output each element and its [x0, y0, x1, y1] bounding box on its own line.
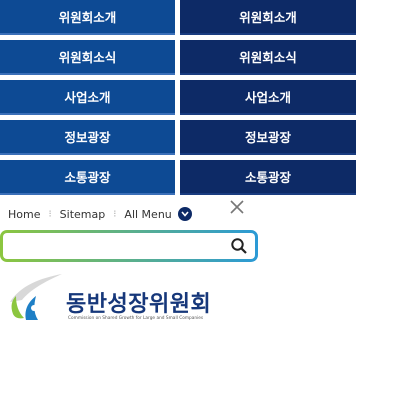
menu-item-label: 정보광장 — [64, 130, 111, 145]
chevron-down-icon — [177, 207, 192, 221]
all-menu-button[interactable]: All Menu — [116, 207, 199, 221]
utility-nav: Home ⁝ Sitemap ⁝ All Menu — [0, 200, 260, 228]
logo-emblem — [10, 274, 62, 320]
menu-item-committee-intro[interactable]: 위원회소개 — [0, 0, 175, 35]
menu-item-info-plaza[interactable]: 정보광장 — [0, 120, 175, 155]
search-icon[interactable] — [230, 237, 248, 255]
search-input[interactable] — [3, 233, 223, 259]
menu-item-info-plaza-alt[interactable]: 정보광장 — [180, 120, 356, 155]
menu-item-label: 위원회소식 — [239, 50, 297, 65]
menu-item-label: 위원회소개 — [58, 10, 117, 25]
menu-item-label: 위원회소식 — [58, 50, 117, 65]
logo-title: 동반성장위원회 — [66, 292, 212, 317]
menu-item-label: 정보광장 — [244, 130, 291, 145]
menu-item-label: 위원회소개 — [239, 10, 297, 25]
menu-item-committee-news-alt[interactable]: 위원회소식 — [180, 40, 356, 75]
menu-item-communication-plaza-alt[interactable]: 소통광장 — [180, 160, 356, 195]
menu-item-committee-intro-alt[interactable]: 위원회소개 — [180, 0, 356, 35]
menu-item-communication-plaza[interactable]: 소통광장 — [0, 160, 175, 195]
menu-item-business-intro[interactable]: 사업소개 — [0, 80, 175, 115]
menu-item-label: 사업소개 — [244, 90, 291, 105]
menu-item-label: 소통광장 — [64, 170, 111, 185]
home-link[interactable]: Home — [0, 208, 48, 221]
main-menu-grid: 위원회소개 위원회소개 위원회소식 위원회소식 사업소개 사업소개 정보광장 정… — [0, 0, 356, 195]
all-menu-label: All Menu — [124, 207, 172, 221]
close-icon[interactable] — [227, 197, 247, 217]
search-box — [0, 230, 258, 262]
search-field-container — [3, 233, 255, 259]
menu-item-label: 사업소개 — [64, 90, 111, 105]
menu-item-label: 소통광장 — [244, 170, 291, 185]
menu-item-committee-news[interactable]: 위원회소식 — [0, 40, 175, 75]
logo-subtitle: Commission on Shared Growth for Large an… — [68, 316, 204, 321]
sitemap-link[interactable]: Sitemap — [52, 208, 114, 221]
menu-item-business-intro-alt[interactable]: 사업소개 — [180, 80, 356, 115]
